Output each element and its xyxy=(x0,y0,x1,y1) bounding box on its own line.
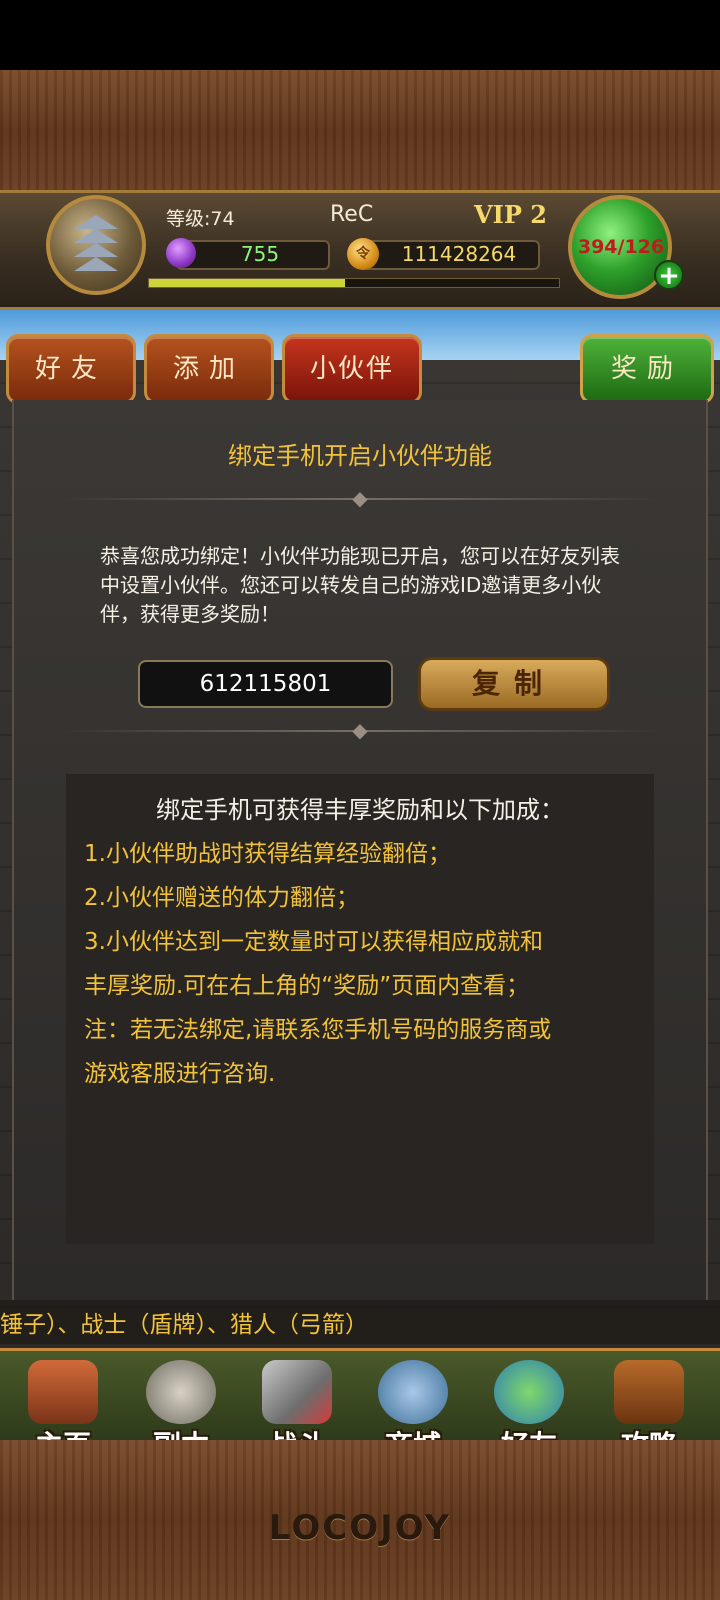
gem-icon xyxy=(166,238,196,268)
brand-logo: LOCOJOY xyxy=(268,1508,452,1548)
ticker-text: 锤子）、战士（盾牌）、猎人（弓箭） xyxy=(0,1312,368,1338)
bonus-title: 绑定手机可获得丰厚奖励和以下加成： xyxy=(156,796,564,824)
divider-ornament-icon: ◆ xyxy=(352,718,368,742)
stamina-value: 394/126 xyxy=(577,236,665,258)
intro-text: 恭喜您成功绑定！小伙伴功能现已开启，您可以在好友列表中设置小伙伴。您还可以转发自… xyxy=(100,544,620,626)
bonus-line: 2.小伙伴赠送的体力翻倍； xyxy=(84,885,359,911)
skull-icon xyxy=(146,1360,216,1424)
copy-button[interactable]: 复制 xyxy=(418,657,610,711)
divider-ornament-icon: ◆ xyxy=(352,486,368,510)
note-line: 游戏客服进行咨询. xyxy=(84,1061,276,1087)
bonus-line: 1.小伙伴助战时获得结算经验翻倍； xyxy=(84,841,451,867)
tab-add[interactable]: 添加 xyxy=(144,334,274,404)
panel-title: 绑定手机开启小伙伴功能 xyxy=(228,442,492,470)
xp-bar-fill xyxy=(149,279,345,287)
sword-icon xyxy=(262,1360,332,1424)
book-icon xyxy=(614,1360,684,1424)
bonus-line: 3.小伙伴达到一定数量时可以获得相应成就和 xyxy=(84,929,543,955)
note-line: 注：若无法绑定,请联系您手机号码的服务商或 xyxy=(84,1017,552,1043)
invite-id-field[interactable]: 612115801 xyxy=(138,660,393,708)
player-name: ReC xyxy=(330,202,374,227)
rank-chevron-icon xyxy=(70,210,122,280)
monster-shop-icon xyxy=(378,1360,448,1424)
vip-badge[interactable]: VIP 2 xyxy=(474,200,547,229)
player-level: 等级:74 xyxy=(166,208,235,230)
tab-partner[interactable]: 小伙伴 xyxy=(282,334,422,404)
tab-friends[interactable]: 好友 xyxy=(6,334,136,404)
tab-reward[interactable]: 奖励 xyxy=(580,334,714,404)
bonus-line: 丰厚奖励.可在右上角的“奖励”页面内查看； xyxy=(84,973,530,999)
gold-coin-icon: 令 xyxy=(347,238,379,270)
house-icon xyxy=(28,1360,98,1424)
gold-value: 111428264 xyxy=(401,242,517,266)
friends-icon xyxy=(494,1360,564,1424)
top-wood-background xyxy=(0,70,720,195)
add-stamina-button[interactable]: + xyxy=(654,260,684,290)
gem-value: 755 xyxy=(240,242,280,266)
